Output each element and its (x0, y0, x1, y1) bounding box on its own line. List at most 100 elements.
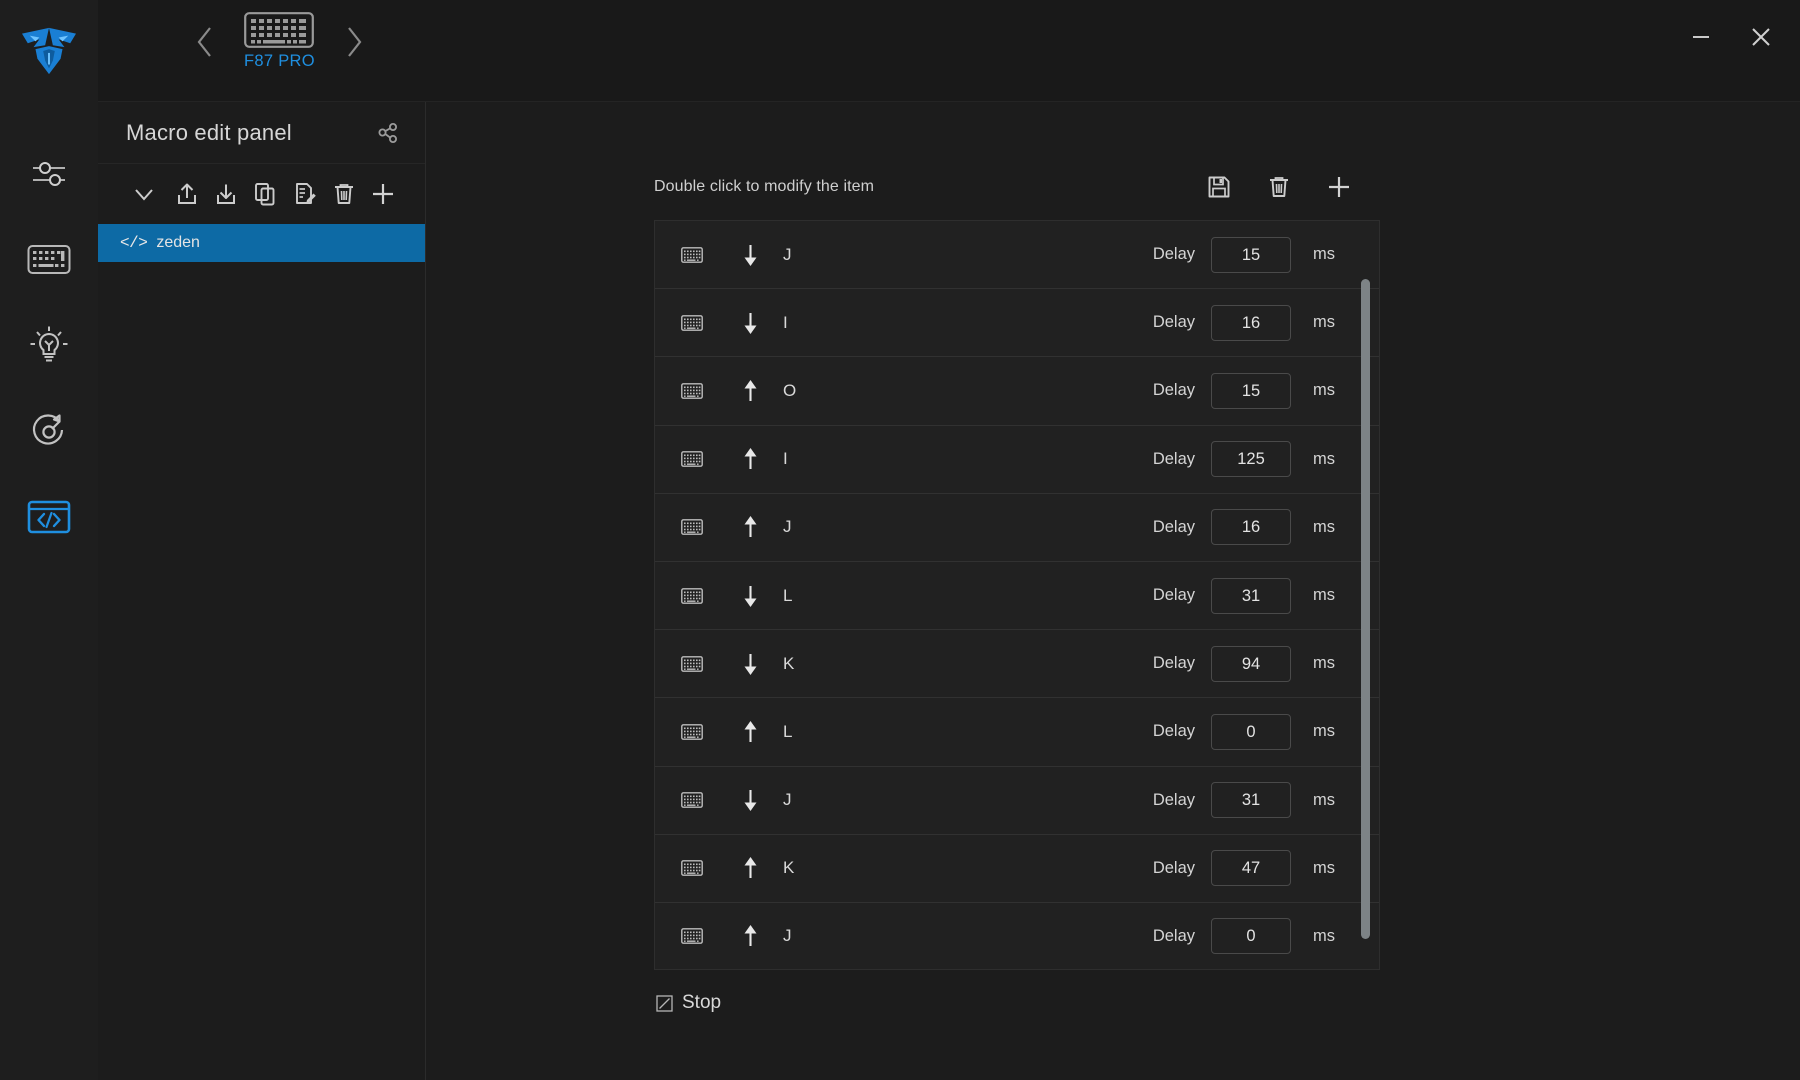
delay-unit-label: ms (1313, 450, 1339, 469)
table-row[interactable]: JDelay31ms (655, 767, 1379, 835)
delay-unit-label: ms (1313, 381, 1339, 400)
step-key-label: O (783, 381, 833, 401)
stop-toggle[interactable]: Stop (654, 992, 774, 1014)
export-upload-icon (174, 181, 200, 207)
stop-label: Stop (682, 992, 721, 1014)
arrow-down-icon (742, 311, 759, 335)
macro-name-label: zeden (156, 234, 200, 252)
app-window: F87 PRO (0, 0, 1800, 1080)
brand-logo (0, 0, 98, 102)
table-row[interactable]: LDelay0ms (655, 698, 1379, 766)
device-next-button[interactable] (337, 19, 371, 65)
delay-label: Delay (1153, 518, 1195, 537)
sidebar-item-settings[interactable] (23, 148, 75, 200)
delay-input[interactable]: 31 (1211, 782, 1291, 818)
table-row[interactable]: KDelay94ms (655, 630, 1379, 698)
keyboard-icon (681, 792, 703, 808)
delay-unit-label: ms (1313, 859, 1339, 878)
step-key-label: I (783, 313, 833, 333)
arrow-down-icon (742, 584, 759, 608)
step-key-label: I (783, 449, 833, 469)
delay-input[interactable]: 15 (1211, 237, 1291, 273)
arrow-up-icon (742, 720, 759, 744)
delay-input[interactable]: 47 (1211, 850, 1291, 886)
minimize-button[interactable] (1684, 20, 1718, 54)
collapse-button[interactable] (126, 175, 161, 213)
table-row[interactable]: JDelay16ms (655, 494, 1379, 562)
table-row[interactable]: ODelay15ms (655, 357, 1379, 425)
table-row[interactable]: KDelay47ms (655, 835, 1379, 903)
macro-panel-header: Macro edit panel (98, 102, 425, 164)
delay-label: Delay (1153, 586, 1195, 605)
key-press-down-icon (739, 788, 761, 812)
close-button[interactable] (1744, 20, 1778, 54)
delay-input[interactable]: 0 (1211, 714, 1291, 750)
share-button[interactable] (373, 118, 403, 148)
editor-actions (1204, 172, 1380, 202)
delay-input[interactable]: 15 (1211, 373, 1291, 409)
device-keyboard-icon (681, 247, 709, 263)
code-macro-icon (27, 499, 71, 537)
editor-header: Double click to modify the item (654, 164, 1380, 210)
plus-add-icon (369, 180, 397, 208)
table-row[interactable]: IDelay16ms (655, 289, 1379, 357)
add-macro-button[interactable] (366, 175, 401, 213)
delete-button[interactable] (326, 175, 361, 213)
delay-input[interactable]: 16 (1211, 305, 1291, 341)
delay-input[interactable]: 31 (1211, 578, 1291, 614)
key-press-down-icon (739, 243, 761, 267)
device-switcher: F87 PRO (188, 12, 371, 71)
share-nodes-icon (376, 121, 400, 145)
table-row[interactable]: LDelay31ms (655, 562, 1379, 630)
keyboard-icon (681, 588, 703, 604)
keyboard-icon (681, 383, 703, 399)
trash-delete-icon (1266, 174, 1292, 200)
chevron-down-icon (131, 181, 157, 207)
table-row[interactable]: JDelay0ms (655, 903, 1379, 970)
add-step-button[interactable] (1324, 172, 1354, 202)
device-keyboard-icon (681, 792, 709, 808)
key-release-up-icon (739, 379, 761, 403)
delay-input[interactable]: 0 (1211, 918, 1291, 954)
delay-label: Delay (1153, 791, 1195, 810)
save-button[interactable] (1204, 172, 1234, 202)
keyboard-icon (681, 656, 703, 672)
table-row[interactable]: JDelay15ms (655, 221, 1379, 289)
device-current[interactable]: F87 PRO (236, 12, 323, 71)
list-item[interactable]: </> zeden (98, 224, 425, 262)
delay-unit-label: ms (1313, 245, 1339, 264)
import-button[interactable] (209, 175, 244, 213)
delay-input[interactable]: 16 (1211, 509, 1291, 545)
table-row[interactable]: IDelay125ms (655, 426, 1379, 494)
export-button[interactable] (169, 175, 204, 213)
lightbulb-icon (27, 324, 71, 368)
keyboard-icon (27, 243, 71, 277)
sidebar-item-macro[interactable] (23, 492, 75, 544)
delay-input[interactable]: 125 (1211, 441, 1291, 477)
device-keyboard-icon (681, 315, 709, 331)
sidebar-item-keyboard[interactable] (23, 234, 75, 286)
key-press-down-icon (739, 584, 761, 608)
arrow-down-icon (742, 652, 759, 676)
list-scrollbar[interactable] (1361, 279, 1370, 939)
copy-icon (252, 181, 278, 207)
delete-step-button[interactable] (1264, 172, 1294, 202)
device-keyboard-icon (681, 451, 709, 467)
device-prev-button[interactable] (188, 19, 222, 65)
chevron-left-icon (195, 25, 215, 59)
rename-button[interactable] (287, 175, 322, 213)
delay-unit-label: ms (1313, 518, 1339, 537)
device-keyboard-icon (681, 656, 709, 672)
editor-hint: Double click to modify the item (654, 178, 874, 196)
step-key-label: K (783, 654, 833, 674)
key-release-up-icon (739, 720, 761, 744)
step-key-label: J (783, 790, 833, 810)
step-key-label: L (783, 586, 833, 606)
keyboard-icon (681, 724, 703, 740)
sidebar-item-performance[interactable] (23, 406, 75, 458)
copy-button[interactable] (248, 175, 283, 213)
delay-input[interactable]: 94 (1211, 646, 1291, 682)
macro-code-prefix: </> (120, 234, 147, 252)
sidebar-item-lighting[interactable] (23, 320, 75, 372)
key-press-down-icon (739, 652, 761, 676)
